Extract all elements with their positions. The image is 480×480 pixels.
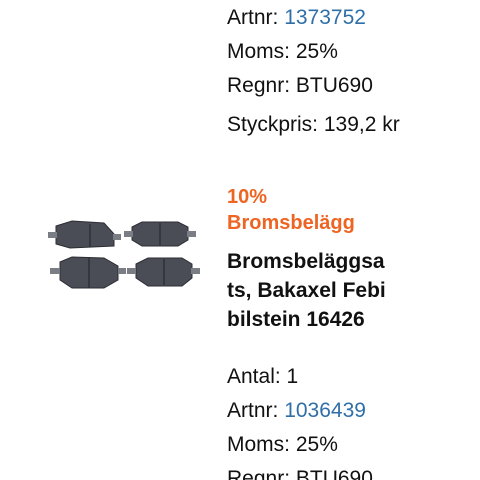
discount-percent: 10%	[227, 186, 268, 208]
product-title[interactable]: Bromsbeläggsats, Bakaxel Febi bilstein 1…	[227, 247, 387, 334]
artnr-link[interactable]: 1373752	[284, 6, 366, 29]
regnr-text: Regnr: BTU690	[227, 467, 373, 480]
regnr-text: Regnr: BTU690	[227, 74, 373, 97]
artnr-row: Artnr: 1036439	[227, 397, 366, 425]
quantity-text: Antal: 1	[227, 365, 299, 388]
discount-category: Bromsbelägg	[227, 212, 355, 234]
moms-text: Moms: 25%	[227, 40, 338, 63]
moms-text: Moms: 25%	[227, 433, 338, 456]
artnr-label: Artnr:	[227, 399, 279, 422]
artnr-link[interactable]: 1036439	[284, 399, 366, 422]
unit-price-text: Styckpris: 139,2 kr	[227, 113, 400, 136]
artnr-label: Artnr:	[227, 6, 279, 29]
discount-badge: 10% Bromsbelägg	[227, 184, 417, 236]
brake-pads-icon[interactable]	[38, 212, 208, 302]
artnr-row: Artnr: 1373752	[227, 4, 366, 32]
order-item-list: Artnr: 1373752 Moms: 25% Regnr: BTU690 S…	[0, 0, 480, 480]
